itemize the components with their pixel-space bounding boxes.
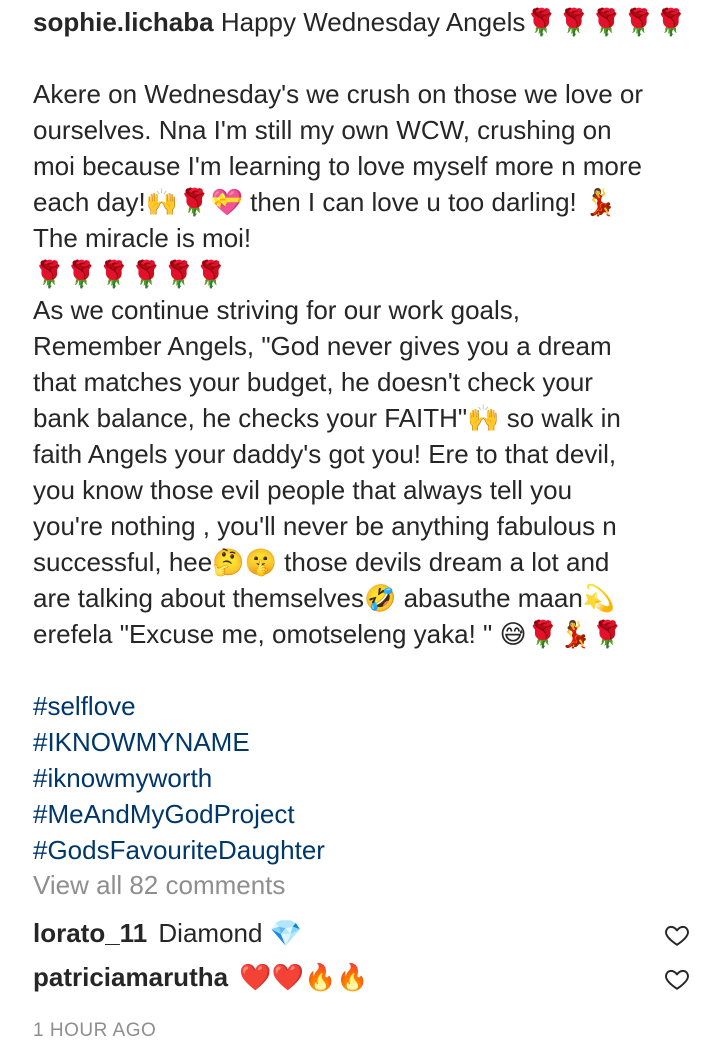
hashtag-link[interactable]: #selflove (33, 688, 703, 724)
comment-username[interactable]: patriciamarutha (33, 962, 228, 992)
caption-line: moi because I'm learning to love myself … (33, 151, 642, 181)
caption-line: ourselves. Nna I'm still my own WCW, cru… (33, 115, 612, 145)
caption-line: are talking about themselves🤣 abasuthe m… (33, 583, 616, 613)
hashtag-link[interactable]: #GodsFavouriteDaughter (33, 832, 703, 868)
caption-line: sophie.lichaba Happy Wednesday Angels🌹🌹🌹… (33, 4, 703, 40)
caption-line: Akere on Wednesday's we crush on those w… (33, 79, 644, 109)
caption-line: bank balance, he checks your FAITH"🙌 so … (33, 403, 621, 433)
post-timestamp: 1 HOUR AGO (33, 1020, 157, 1041)
comment-text: Diamond 💎 (158, 918, 303, 948)
caption-line: As we continue striving for our work goa… (33, 295, 520, 325)
caption-line: each day!🙌🌹💝 then I can love u too darli… (33, 187, 617, 217)
caption-line: Remember Angels, "God never gives you a … (33, 331, 612, 361)
caption-line: The miracle is moi! (33, 223, 252, 253)
caption-text: Happy Wednesday Angels🌹🌹🌹🌹🌹 (220, 7, 688, 37)
caption-line: successful, hee🤔🤫 those devils dream a l… (33, 547, 610, 577)
heart-outline-icon[interactable] (664, 966, 690, 992)
caption-line: you know those evil people that always t… (33, 475, 573, 505)
caption-line: erefela "Excuse me, omotseleng yaka! " 😅… (33, 619, 624, 649)
hashtag-link[interactable]: #iknowmyworth (33, 760, 703, 796)
comment-username[interactable]: lorato_11 (33, 918, 147, 948)
view-all-comments-link[interactable]: View all 82 comments (33, 870, 285, 901)
heart-outline-icon[interactable] (664, 922, 690, 948)
comment-row: lorato_11 Diamond 💎 (33, 918, 302, 949)
post-caption: sophie.lichaba Happy Wednesday Angels🌹🌹🌹… (33, 4, 703, 868)
caption-line (33, 40, 703, 76)
comment-row: patriciamarutha ❤️❤️🔥🔥 (33, 962, 369, 993)
caption-line: that matches your budget, he doesn't che… (33, 367, 593, 397)
hashtag-link[interactable]: #IKNOWMYNAME (33, 724, 703, 760)
hashtag-link[interactable]: #MeAndMyGodProject (33, 796, 703, 832)
caption-line: faith Angels your daddy's got you! Ere t… (33, 439, 617, 469)
post-panel: sophie.lichaba Happy Wednesday Angels🌹🌹🌹… (0, 0, 720, 1044)
post-username[interactable]: sophie.lichaba (33, 7, 214, 37)
comment-text: ❤️❤️🔥🔥 (239, 962, 369, 992)
caption-line: you're nothing , you'll never be anythin… (33, 511, 617, 541)
caption-line: 🌹🌹🌹🌹🌹🌹 (33, 259, 228, 289)
